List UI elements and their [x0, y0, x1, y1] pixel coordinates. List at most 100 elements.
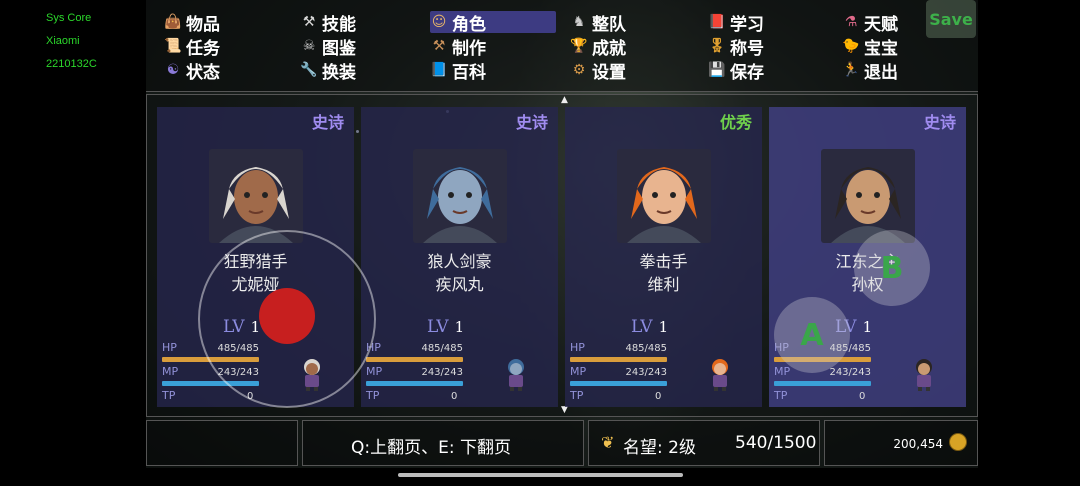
- menu-item-label: 天赋: [864, 14, 898, 35]
- menu-item-label: 退出: [864, 62, 898, 83]
- menu-item-9[interactable]: 🏆 成就: [570, 35, 626, 59]
- joystick-knob[interactable]: [259, 288, 315, 344]
- character-portrait: [209, 149, 303, 243]
- mp-label: MP: [570, 365, 587, 378]
- level-label: LV 1: [427, 317, 465, 337]
- floppy-icon: 💾: [708, 62, 726, 78]
- character-title: 拳击手: [639, 252, 688, 271]
- encyclopedia-icon: 📘: [430, 62, 448, 78]
- pet-icon: 🐤: [842, 38, 860, 54]
- device-brand-label: Xiaomi: [46, 35, 80, 47]
- laurel-icon: ❦: [601, 433, 615, 452]
- potion-icon: ⚗: [844, 14, 858, 30]
- character-name: 疾风丸: [435, 275, 484, 294]
- mp-bar: [366, 381, 463, 386]
- menu-item-10[interactable]: 🎖 称号: [708, 35, 764, 59]
- rarity-label: 史诗: [923, 113, 956, 132]
- tp-value: 0: [655, 391, 662, 402]
- menu-item-15[interactable]: ⚙ 设置: [570, 59, 626, 83]
- tp-label: TP: [774, 389, 788, 402]
- character-portrait: [821, 149, 915, 243]
- menu-item-11[interactable]: 🐤 宝宝: [842, 35, 898, 59]
- rarity-label: 优秀: [719, 113, 752, 132]
- tp-label: TP: [162, 389, 176, 402]
- menu-item-label: 图鉴: [322, 38, 356, 59]
- mask-icon: ☺: [431, 14, 447, 30]
- level-label: LV 1: [631, 317, 669, 337]
- menu-item-13[interactable]: 🔧 换装: [300, 59, 356, 83]
- gold-amount: 200,454: [893, 437, 943, 451]
- tp-value: 0: [859, 391, 866, 402]
- menu-item-4[interactable]: 📕 学习: [708, 11, 764, 35]
- menu-item-3[interactable]: ♞ 整队: [570, 11, 626, 35]
- device-model-label: 2210132C: [46, 58, 97, 70]
- home-indicator[interactable]: [398, 473, 683, 477]
- menu-item-label: 宝宝: [864, 38, 898, 59]
- mp-bar: [570, 381, 667, 386]
- menu-item-16[interactable]: 💾 保存: [708, 59, 764, 83]
- tp-label: TP: [366, 389, 380, 402]
- menu-item-6[interactable]: 📜 任务: [164, 35, 220, 59]
- skull-icon: ☠: [302, 38, 316, 54]
- character-sprite: [705, 357, 735, 391]
- menu-item-label: 状态: [186, 62, 220, 83]
- mp-label: MP: [774, 365, 791, 378]
- rarity-label: 史诗: [311, 113, 344, 132]
- axe-icon: ⚒: [302, 14, 316, 30]
- scroll-icon: 📜: [164, 38, 182, 54]
- menu-item-label: 称号: [730, 38, 764, 59]
- knight-icon: ♞: [572, 14, 586, 30]
- wrench-icon: 🔧: [300, 62, 318, 78]
- bottom-bar: Q:上翻页、E: 下翻页 ❦ 名望: 2级 540/1500 200,454: [146, 420, 978, 468]
- menu-item-14[interactable]: 📘 百科: [430, 59, 486, 83]
- menu-item-label: 技能: [322, 14, 356, 35]
- menu-item-7[interactable]: ☠ 图鉴: [300, 35, 356, 59]
- menu-item-label: 换装: [322, 62, 356, 83]
- character-portrait: [413, 149, 507, 243]
- mp-bar: [774, 381, 871, 386]
- sys-core-label: Sys Core: [46, 12, 92, 24]
- menu-item-label: 角色: [452, 14, 486, 35]
- hp-label: HP: [570, 341, 585, 354]
- save-button[interactable]: Save: [926, 0, 976, 38]
- button-a[interactable]: A: [774, 297, 850, 373]
- reputation-progress: 540/1500: [735, 433, 817, 453]
- menu-item-2[interactable]: ☺ 角色: [430, 11, 556, 35]
- menu-item-5[interactable]: ⚗ 天赋: [842, 11, 898, 35]
- mp-label: MP: [366, 365, 383, 378]
- rarity-label: 史诗: [515, 113, 548, 132]
- reputation-level: 名望: 2级: [623, 438, 696, 458]
- character-name: 维利: [647, 275, 680, 294]
- menu-item-17[interactable]: 🏃 退出: [842, 59, 898, 83]
- mp-value: 243/243: [421, 367, 463, 378]
- character-sprite: [501, 357, 531, 391]
- level-value: 1: [658, 318, 669, 336]
- page-hint-box: Q:上翻页、E: 下翻页: [302, 420, 584, 466]
- menu-item-1[interactable]: ⚒ 技能: [300, 11, 356, 35]
- menu-item-label: 设置: [592, 62, 626, 83]
- hp-value: 485/485: [625, 343, 667, 354]
- hp-value: 485/485: [421, 343, 463, 354]
- hp-bar: [366, 357, 463, 362]
- scroll-up-arrow[interactable]: ▲: [561, 95, 568, 105]
- character-title: 狼人剑豪: [427, 252, 492, 271]
- menu-item-label: 任务: [186, 38, 220, 59]
- button-b[interactable]: B: [854, 230, 930, 306]
- menu-item-label: 学习: [730, 14, 764, 35]
- menu-item-label: 百科: [452, 62, 486, 83]
- exit-icon: 🏃: [842, 62, 860, 78]
- status-icon: ☯: [166, 62, 180, 78]
- level-value: 1: [862, 318, 873, 336]
- book-icon: 📕: [708, 14, 726, 30]
- reputation-box: ❦ 名望: 2级 540/1500: [588, 420, 820, 466]
- menu-item-0[interactable]: 👜 物品: [164, 11, 220, 35]
- gear-icon: ⚙: [572, 62, 586, 78]
- character-card[interactable]: 史诗 狼人剑豪 疾风丸 LV 1 HP 485/485 MP 243/243 TP…: [361, 107, 558, 407]
- level-value: 1: [454, 318, 465, 336]
- menu-item-8[interactable]: ⚒ 制作: [430, 35, 486, 59]
- main-menu: 👜 物品 ⚒ 技能 ☺ 角色 ♞ 整队 📕 学习 ⚗ 天赋 📜 任务 ☠ 图鉴 ⚒ 制作 🏆 成就 🎖 称号 🐤 宝宝 ☯ 状态 🔧…: [146, 0, 978, 92]
- character-card[interactable]: 优秀 拳击手 维利 LV 1 HP 485/485 MP 243/243 TP 0: [565, 107, 762, 407]
- tp-label: TP: [570, 389, 584, 402]
- medal-icon: 🎖: [708, 38, 726, 54]
- menu-item-12[interactable]: ☯ 状态: [164, 59, 220, 83]
